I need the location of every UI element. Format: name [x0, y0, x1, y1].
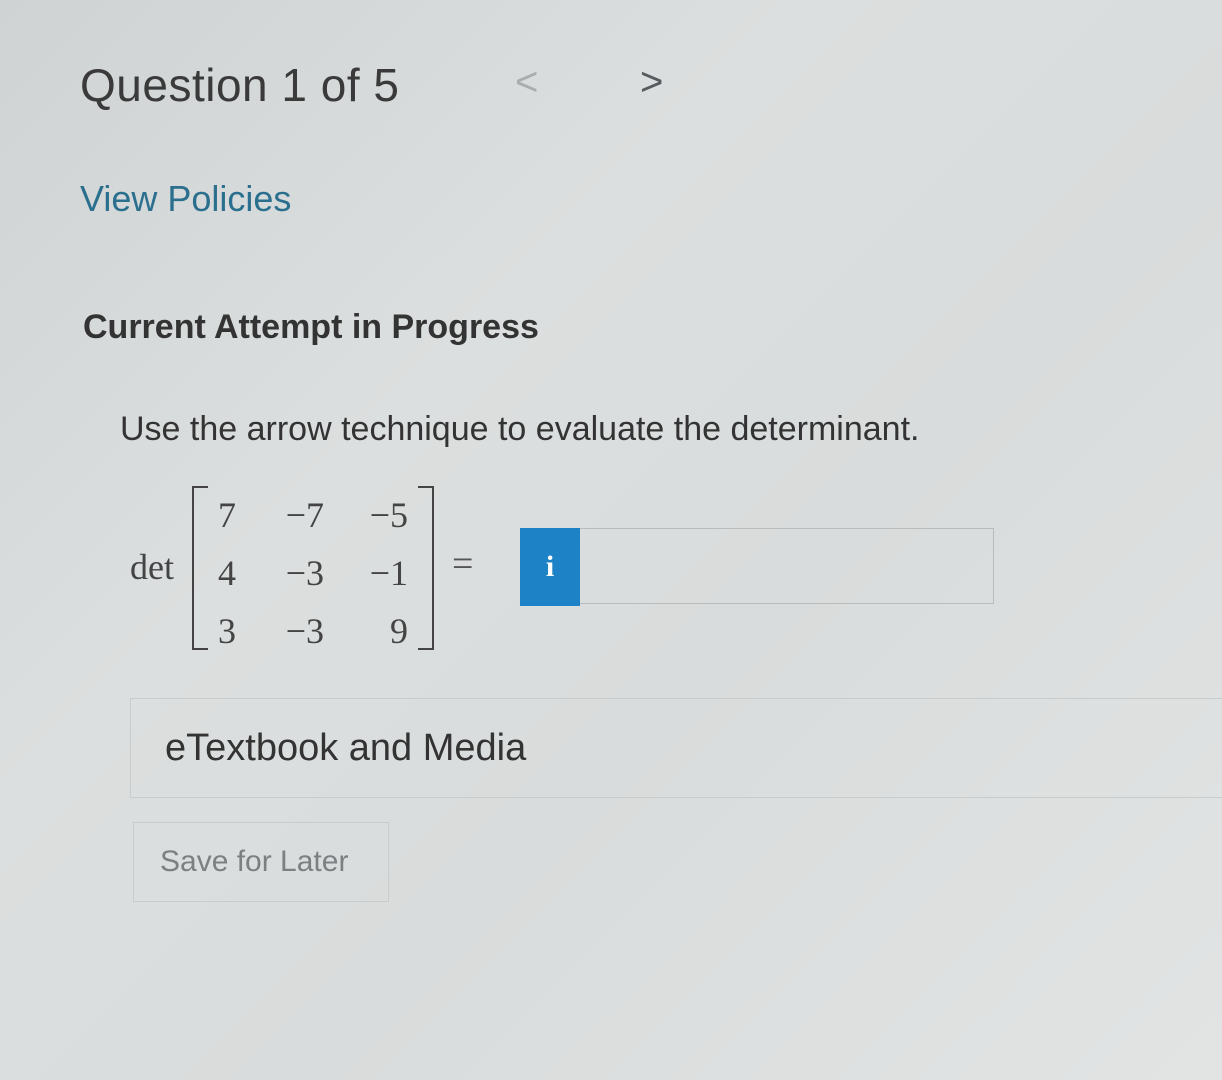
view-policies-link[interactable]: View Policies: [80, 178, 291, 220]
matrix-cell: −1: [369, 553, 408, 593]
next-question-icon[interactable]: >: [640, 62, 663, 102]
matrix-row: 4 −3 −1: [200, 544, 420, 602]
matrix-cell: 9: [390, 611, 408, 651]
matrix: 7 −7 −5 4 −3 −1 3 −3 9: [200, 486, 420, 660]
matrix-right-bracket: [418, 486, 434, 650]
etextbook-section[interactable]: eTextbook and Media: [130, 698, 1222, 798]
previous-question-icon[interactable]: <: [515, 62, 538, 102]
det-label: det: [130, 547, 174, 587]
matrix-cell: 7: [218, 495, 236, 535]
determinant-block: det 7 −7 −5 4 −3 −1 3 −3 9 = i: [130, 480, 1030, 655]
equals-sign: =: [452, 543, 474, 585]
question-header: Question 1 of 5: [80, 58, 399, 112]
matrix-cell: −7: [285, 495, 324, 535]
etextbook-link[interactable]: eTextbook and Media: [165, 727, 526, 770]
matrix-cell: 3: [218, 611, 236, 651]
save-for-later-button[interactable]: Save for Later: [133, 822, 389, 902]
matrix-row: 7 −7 −5: [200, 486, 420, 544]
matrix-row: 3 −3 9: [200, 602, 420, 660]
matrix-cell: −3: [285, 611, 324, 651]
answer-input[interactable]: [580, 528, 994, 604]
matrix-cell: −5: [369, 495, 408, 535]
matrix-cell: −3: [285, 553, 324, 593]
matrix-cell: 4: [218, 553, 236, 593]
attempt-heading: Current Attempt in Progress: [83, 308, 539, 346]
assignment-page: Question 1 of 5 < > View Policies Curren…: [0, 0, 1222, 1080]
question-prompt: Use the arrow technique to evaluate the …: [120, 410, 920, 448]
question-title: Question 1 of 5: [80, 59, 400, 111]
info-icon[interactable]: i: [520, 528, 580, 606]
